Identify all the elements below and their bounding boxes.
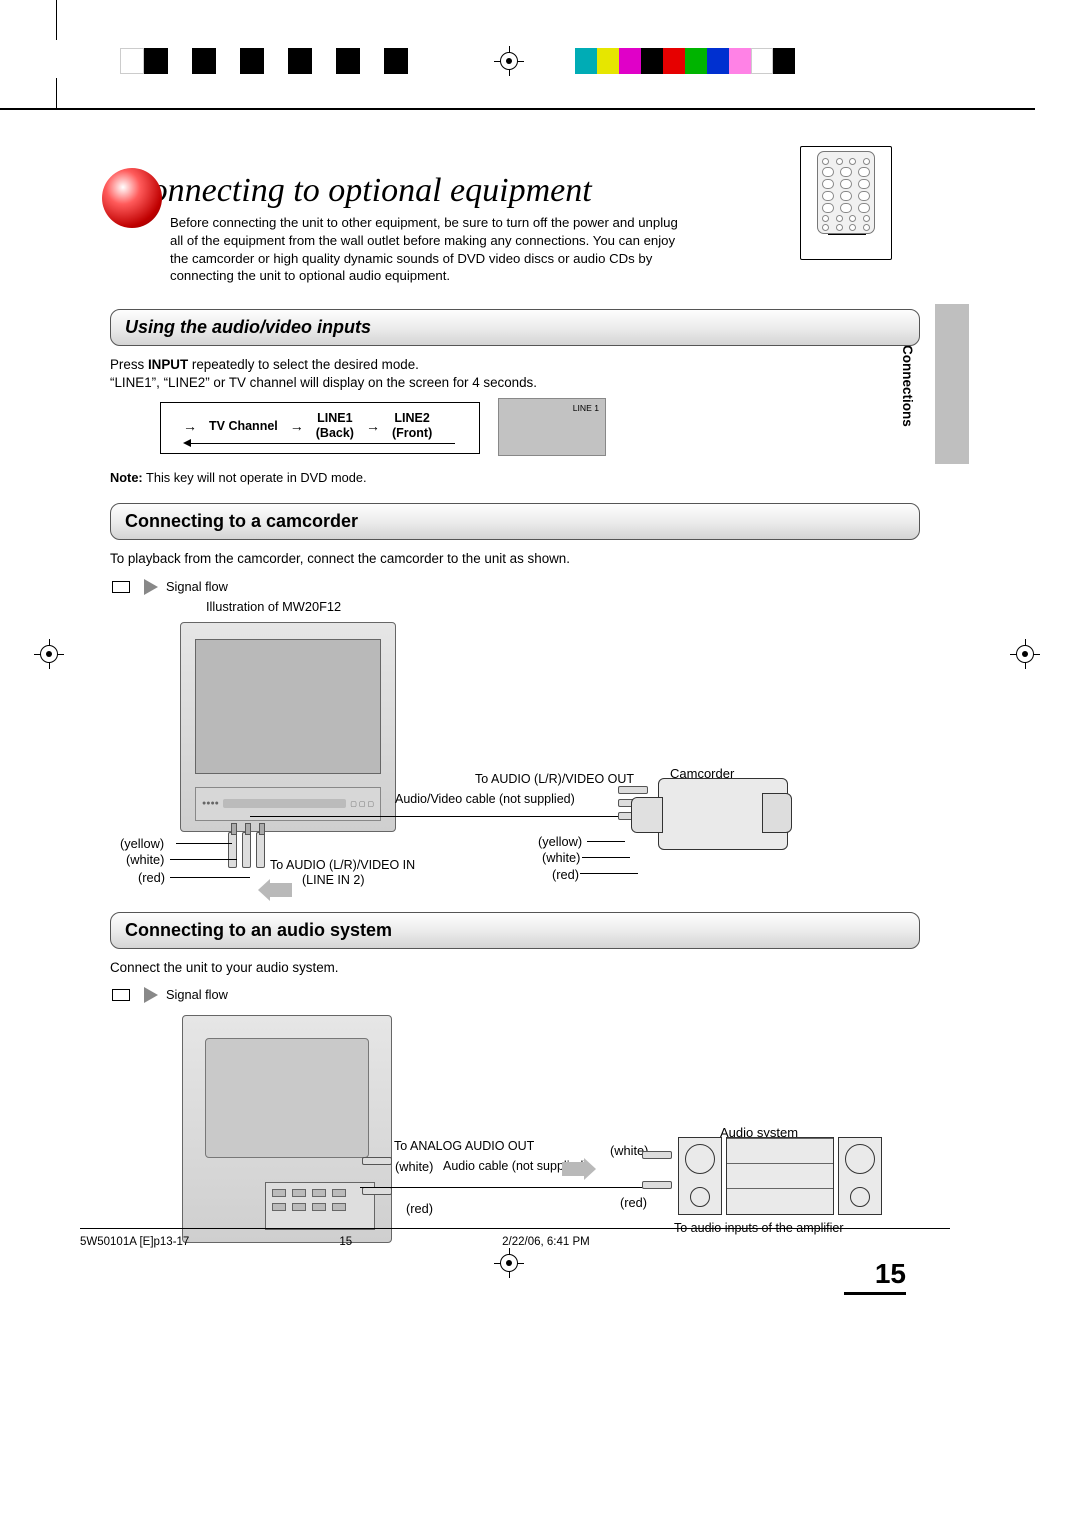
signal-flow-label: Signal flow — [166, 579, 228, 594]
footer-timestamp: 2/22/06, 6:41 PM — [502, 1236, 590, 1248]
rca-plugs-icon — [642, 1151, 672, 1189]
red-label: (red) — [552, 867, 579, 882]
arrow-head-icon — [144, 579, 158, 595]
arrow-tail-icon — [112, 989, 130, 1001]
camcorder-diagram: Signal flow Illustration of MW20F12 ●●●●… — [110, 579, 920, 908]
mode-cycle-row: → TV Channel → LINE1(Back) → LINE2(Front… — [110, 402, 920, 456]
red-label: (red) — [406, 1201, 433, 1216]
av-cable-label: Audio/Video cable (not supplied) — [395, 792, 575, 806]
mode-line2-sub: (Front) — [392, 426, 432, 440]
trim-line — [0, 108, 1035, 110]
rca-plugs-icon — [362, 1157, 392, 1195]
footer: 5W50101A [E]p13-17 15 2/22/06, 6:41 PM — [80, 1236, 960, 1248]
footer-doc-id: 5W50101A [E]p13-17 — [80, 1236, 189, 1248]
remote-illustration: INPUT — [800, 146, 892, 260]
white-label: (white) — [542, 850, 580, 865]
section-heading-camcorder: Connecting to a camcorder — [110, 503, 920, 540]
note-label: Note: — [110, 470, 143, 485]
trim-tick — [56, 78, 57, 108]
grayscale-chips — [120, 48, 408, 74]
text: “LINE1”, “LINE2” or TV channel will disp… — [110, 375, 537, 390]
flow-arrow-icon — [562, 1162, 584, 1176]
crosshair-icon — [494, 46, 524, 76]
intro-text: Before connecting the unit to other equi… — [170, 214, 690, 285]
arrow-tail-icon — [112, 581, 130, 593]
crosshair-icon — [494, 1248, 524, 1278]
note-text: This key will not operate in DVD mode. — [143, 470, 367, 485]
red-label: (red) — [138, 870, 165, 885]
footer-rule — [80, 1228, 950, 1229]
mode-line1-sub: (Back) — [316, 426, 354, 440]
text: (LINE IN 2) — [302, 873, 365, 887]
section3-body: Connect the unit to your audio system. — [110, 959, 920, 977]
tv-back-illustration — [182, 1015, 392, 1243]
signal-flow-legend: Signal flow — [112, 579, 920, 595]
camcorder-icon — [658, 778, 788, 850]
section-heading-audio: Connecting to an audio system — [110, 912, 920, 949]
mode-tv: TV Channel — [209, 419, 278, 433]
heading-bullet-icon — [102, 168, 162, 228]
mode-line1: LINE1 — [317, 411, 352, 425]
rca-plugs-icon — [228, 832, 265, 868]
color-chips — [575, 48, 795, 74]
trim-tick — [56, 0, 57, 40]
crosshair-icon — [34, 639, 64, 669]
tv-front-illustration: ●●●●▢ ▢ ▢ — [180, 622, 396, 832]
footer-page: 15 — [339, 1236, 352, 1248]
analog-out-label: To ANALOG AUDIO OUT — [394, 1139, 534, 1153]
cable-line — [250, 816, 630, 817]
white-label: (white) — [395, 1159, 433, 1174]
section2-body: To playback from the camcorder, connect … — [110, 550, 920, 568]
side-tab-marker — [935, 304, 969, 464]
section-heading-av-inputs: Using the audio/video inputs — [110, 309, 920, 346]
cable-line — [360, 1187, 662, 1188]
illustration-label: Illustration of MW20F12 — [206, 599, 920, 614]
yellow-label: (yellow) — [120, 836, 164, 851]
crosshair-icon — [1010, 639, 1040, 669]
audio-system-icon — [678, 1137, 882, 1217]
page-content: Connecting to optional equipment Before … — [110, 160, 920, 1301]
text: repeatedly to select the desired mode. — [188, 357, 419, 372]
av-out-label: To AUDIO (L/R)/VIDEO OUT — [475, 772, 634, 786]
print-registration-bar — [0, 48, 1080, 78]
page-number: 15 — [844, 1258, 906, 1295]
arrow-head-icon — [144, 987, 158, 1003]
text: Press — [110, 357, 148, 372]
osd-text: LINE 1 — [573, 403, 599, 413]
section1-instructions: Press INPUT repeatedly to select the des… — [110, 356, 920, 392]
yellow-label: (yellow) — [538, 834, 582, 849]
signal-flow-label: Signal flow — [166, 987, 228, 1002]
signal-flow-legend: Signal flow — [112, 987, 920, 1003]
flow-arrow-icon — [270, 883, 292, 897]
mode-line2: LINE2 — [394, 411, 429, 425]
section1-note: Note: This key will not operate in DVD m… — [110, 470, 920, 485]
input-key-name: INPUT — [148, 357, 188, 372]
mode-cycle-diagram: → TV Channel → LINE1(Back) → LINE2(Front… — [160, 402, 480, 454]
callout-line — [828, 234, 866, 235]
white-label: (white) — [126, 852, 164, 867]
screen-mockup: LINE 1 — [498, 398, 606, 456]
text: To AUDIO (L/R)/VIDEO IN — [270, 858, 415, 872]
red-label: (red) — [620, 1195, 647, 1210]
